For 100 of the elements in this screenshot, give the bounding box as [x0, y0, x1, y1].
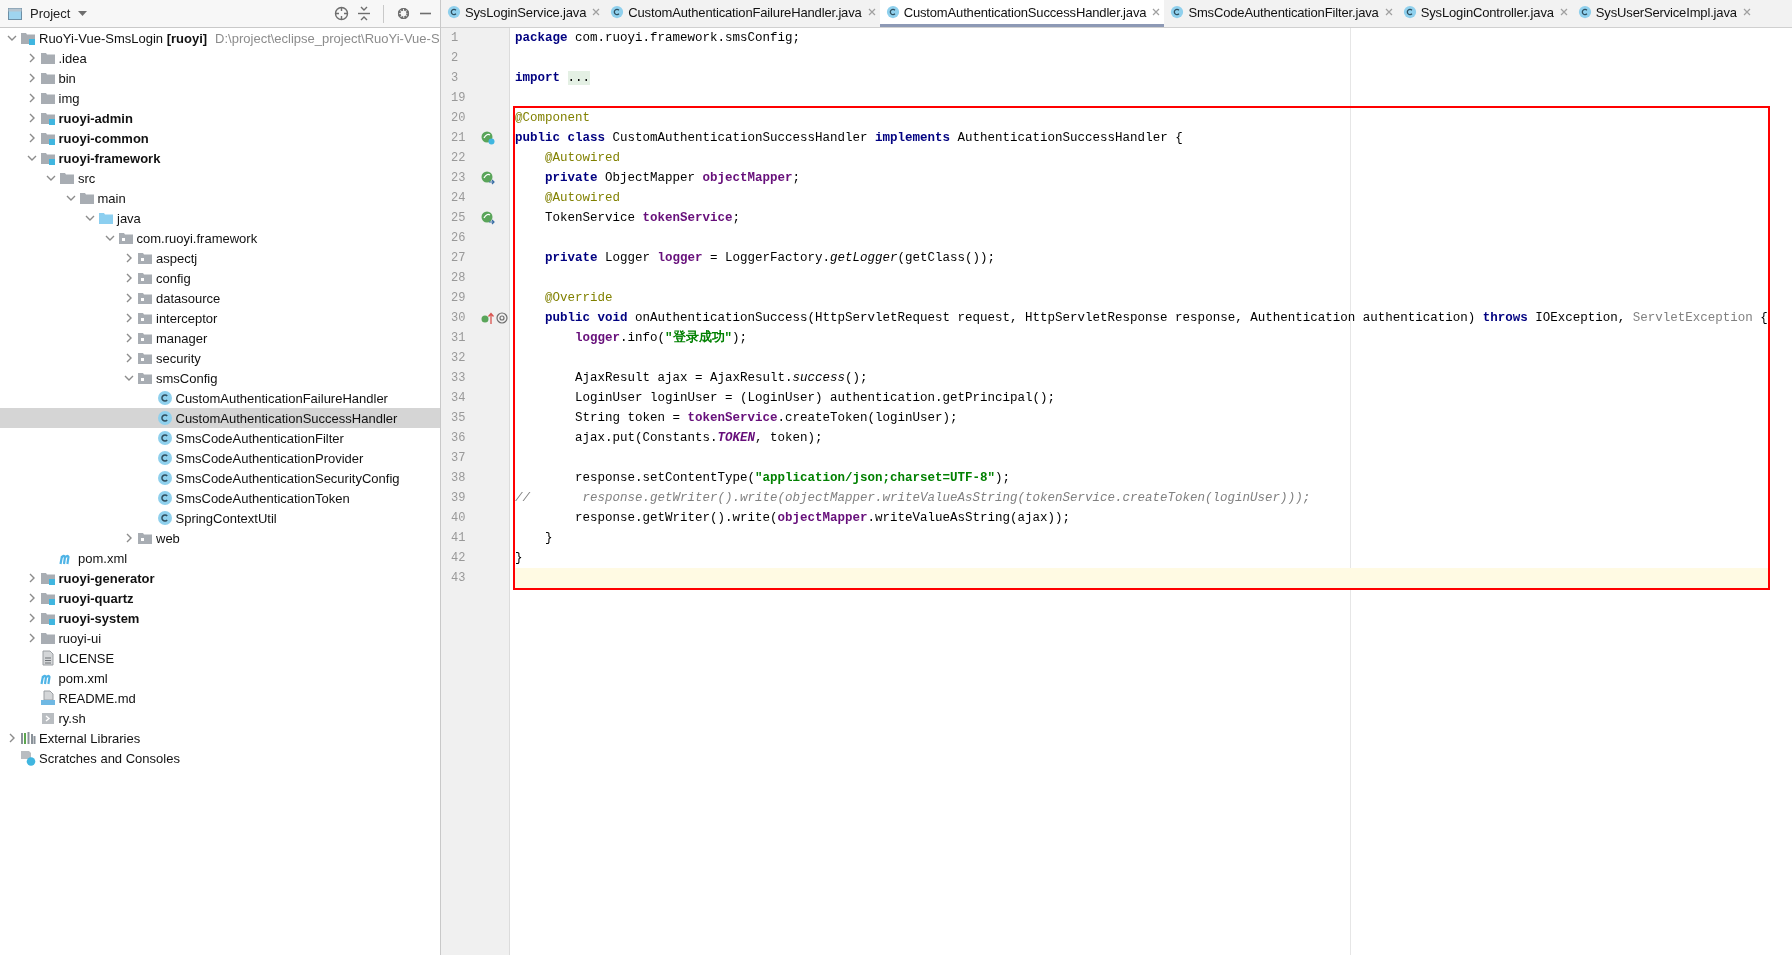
- code-text: LoginUser loginUser = (LoginUser) authentication.getPrincipal();: [574, 391, 1056, 405]
- tree-item[interactable]: SmsCodeAuthenticationSecurityConfig: [0, 468, 440, 488]
- tree-item[interactable]: ruoyi-quartz: [0, 588, 440, 608]
- line-number: 19: [450, 91, 467, 105]
- editor-tab[interactable]: SysLoginController.java: [1396, 0, 1572, 27]
- tree-item[interactable]: main: [0, 188, 440, 208]
- code-text: com.ruoyi.framework.smsConfig;: [574, 31, 801, 45]
- tree-item[interactable]: ruoyi-framework: [0, 148, 440, 168]
- tree-item[interactable]: ruoyi-admin: [0, 108, 440, 128]
- tree-item[interactable]: manager: [0, 328, 440, 348]
- code-text: AuthenticationSuccessHandler {: [956, 131, 1183, 145]
- code-text: );: [995, 471, 1011, 485]
- tree-item[interactable]: pom.xml: [0, 668, 440, 688]
- line-number: 20: [450, 111, 467, 125]
- code-text: }: [515, 551, 523, 565]
- tree-item-label: com.ruoyi.framework: [136, 230, 258, 246]
- tree-item[interactable]: ruoyi-common: [0, 128, 440, 148]
- tree-item[interactable]: web: [0, 528, 440, 548]
- tree-item[interactable]: SmsCodeAuthenticationFilter: [0, 428, 440, 448]
- tree-item[interactable]: .idea: [0, 48, 440, 68]
- tree-item[interactable]: ry.sh: [0, 708, 440, 728]
- tree-item-label: SmsCodeAuthenticationProvider: [175, 450, 364, 466]
- tree-item-label: .idea: [58, 50, 87, 66]
- tree-item[interactable]: interceptor: [0, 308, 440, 328]
- code-text: .writeValueAsString(ajax));: [867, 511, 1071, 525]
- tree-item-label: config: [156, 270, 191, 286]
- tree-item[interactable]: config: [0, 268, 440, 288]
- tree-item-label: ruoyi-common: [58, 130, 149, 146]
- tree-item-label: SmsCodeAuthenticationSecurityConfig: [175, 470, 400, 486]
- code-text: Logger: [604, 251, 652, 265]
- tree-item-label: CustomAuthenticationSuccessHandler: [175, 410, 398, 426]
- tree-item-label: java: [117, 210, 141, 226]
- code-keyword: public: [515, 131, 560, 145]
- editor-tab[interactable]: SmsCodeAuthenticationFilter.java: [1164, 0, 1397, 27]
- code-text: , token);: [755, 431, 823, 445]
- tree-item[interactable]: ruoyi-system: [0, 608, 440, 628]
- line-number: 33: [450, 371, 467, 385]
- tree-item[interactable]: ruoyi-ui: [0, 628, 440, 648]
- line-number: 43: [450, 571, 467, 585]
- tree-item[interactable]: RuoYi-Vue-SmsLogin [ruoyi] D:\project\eclipse_project\RuoYi-Vue-S: [0, 28, 440, 48]
- code-field: logger: [657, 251, 703, 265]
- code-annotation: @Override: [544, 291, 613, 305]
- tree-item-label: security: [156, 350, 201, 366]
- tree-item-label: aspectj: [156, 250, 198, 266]
- tree-item-label: ruoyi-system: [58, 610, 140, 626]
- tree-item[interactable]: com.ruoyi.framework: [0, 228, 440, 248]
- tree-item[interactable]: ruoyi-generator: [0, 568, 440, 588]
- line-number: 41: [450, 531, 467, 545]
- tree-item[interactable]: SmsCodeAuthenticationToken: [0, 488, 440, 508]
- tree-item-label: manager: [156, 330, 208, 346]
- tree-item[interactable]: aspectj: [0, 248, 440, 268]
- tree-item[interactable]: java: [0, 208, 440, 228]
- tree-item-label: bin: [58, 70, 76, 86]
- tree-item[interactable]: img: [0, 88, 440, 108]
- code-keyword: package: [515, 31, 568, 45]
- tree-item[interactable]: pom.xml: [0, 548, 440, 568]
- code-text: ();: [845, 371, 868, 385]
- line-number: 27: [450, 251, 467, 265]
- tree-item-label: img: [58, 90, 80, 106]
- line-number: 2: [450, 51, 460, 65]
- code-text: .createToken(loginUser);: [777, 411, 958, 425]
- code-keyword: import: [515, 71, 561, 85]
- tree-item[interactable]: CustomAuthenticationFailureHandler: [0, 388, 440, 408]
- tree-item[interactable]: LICENSE: [0, 648, 440, 668]
- editor-tab[interactable]: CustomAuthenticationSuccessHandler.java: [879, 0, 1165, 27]
- editor-tab[interactable]: CustomAuthenticationFailureHandler.java: [604, 0, 880, 27]
- tree-item[interactable]: Scratches and Consoles: [0, 748, 440, 768]
- line-number: 34: [450, 391, 467, 405]
- tree-item[interactable]: SpringContextUtil: [0, 508, 440, 528]
- code-constant: TOKEN: [717, 431, 756, 445]
- tree-item[interactable]: bin: [0, 68, 440, 88]
- line-number: 21: [450, 131, 467, 145]
- code-field: tokenService: [687, 411, 778, 425]
- editor-tab[interactable]: SysUserServiceImpl.java: [1571, 0, 1755, 27]
- editor-tab[interactable]: SysLoginService.java: [441, 0, 605, 27]
- code-text: = LoggerFactory.: [709, 251, 831, 265]
- tree-item[interactable]: CustomAuthenticationSuccessHandler: [0, 408, 440, 428]
- tree-item-label: ry.sh: [58, 710, 86, 726]
- code-annotation: @Component: [515, 111, 590, 125]
- line-number: 39: [450, 491, 467, 505]
- line-number: 28: [450, 271, 467, 285]
- panel-title[interactable]: Project: [30, 6, 71, 21]
- code-text: CustomAuthenticationSuccessHandler: [611, 131, 869, 145]
- code-text: AjaxResult ajax = AjaxResult.: [574, 371, 793, 385]
- tree-item[interactable]: README.md: [0, 688, 440, 708]
- line-number: 22: [450, 151, 467, 165]
- tree-item[interactable]: SmsCodeAuthenticationProvider: [0, 448, 440, 468]
- tree-item[interactable]: security: [0, 348, 440, 368]
- code-text: .info(: [620, 331, 666, 345]
- tree-item-label: RuoYi-Vue-SmsLogin [ruoyi]: [39, 30, 208, 46]
- code-string: "登录成功": [665, 331, 733, 345]
- tree-item[interactable]: smsConfig: [0, 368, 440, 388]
- code-string: "application/json;charset=UTF-8": [755, 471, 996, 485]
- tree-item[interactable]: datasource: [0, 288, 440, 308]
- code-field: objectMapper: [777, 511, 868, 525]
- tree-item[interactable]: External Libraries: [0, 728, 440, 748]
- tree-item-label: SmsCodeAuthenticationToken: [175, 490, 350, 506]
- tree-item-label: ruoyi-generator: [58, 570, 155, 586]
- tree-item[interactable]: src: [0, 168, 440, 188]
- code-keyword: private: [544, 251, 598, 265]
